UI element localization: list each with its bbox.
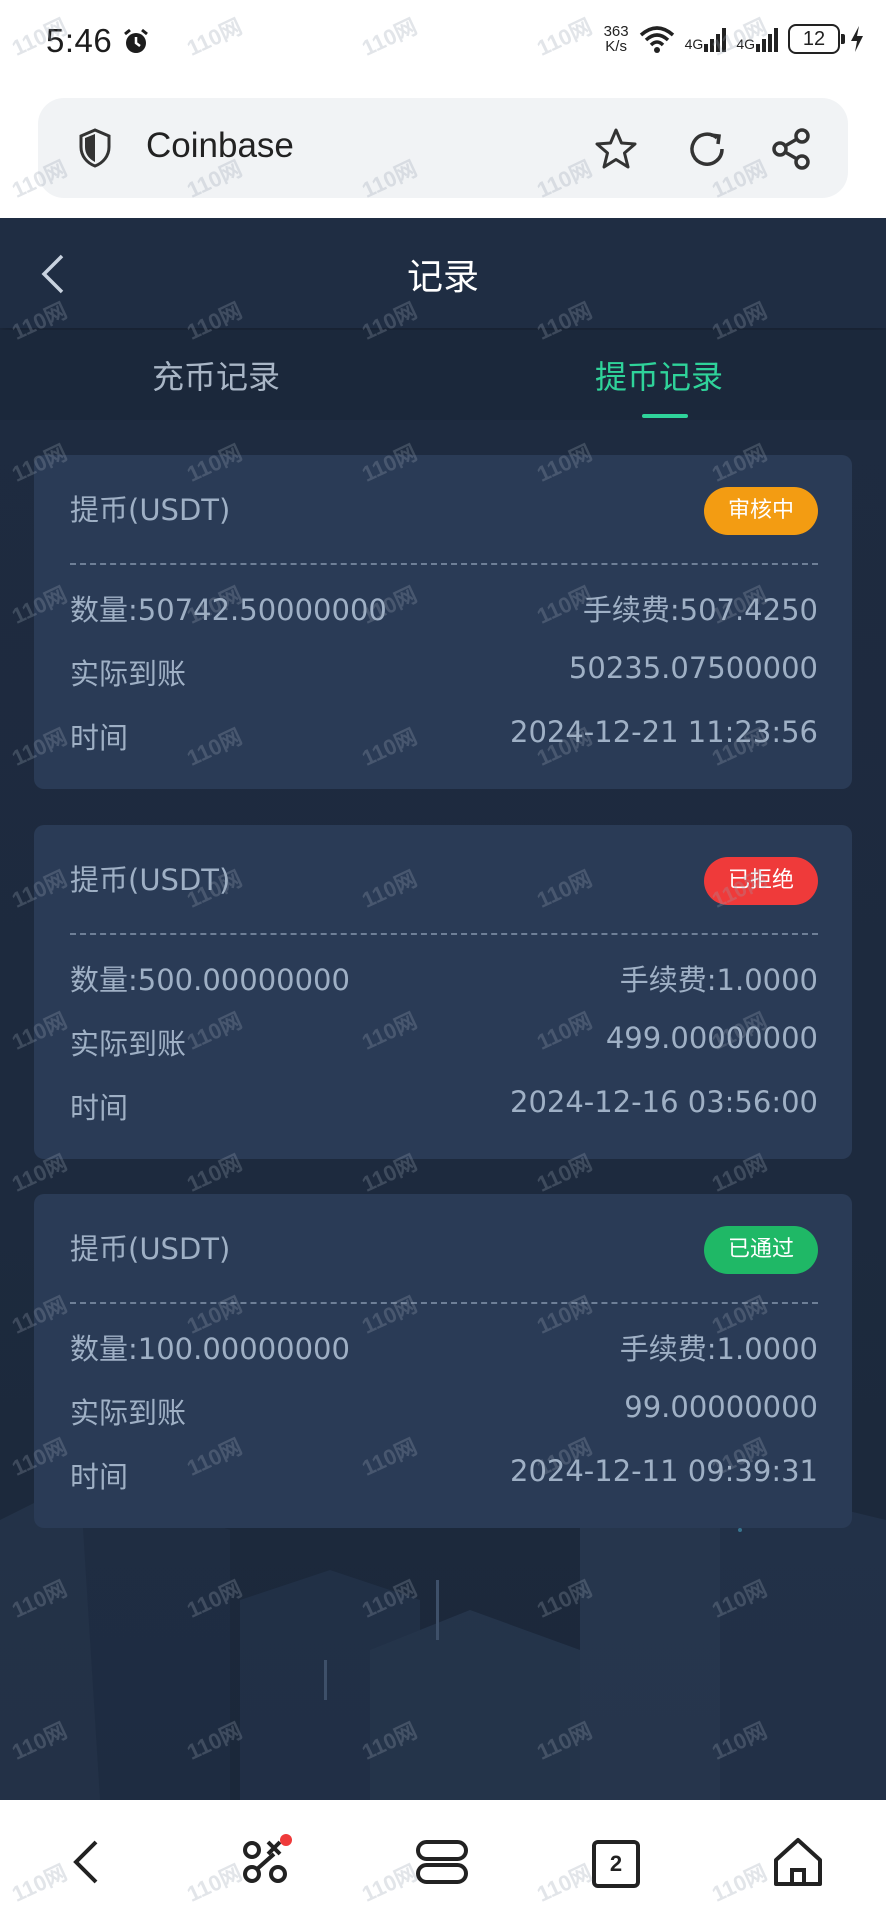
records-page: 记录 充币记录 提币记录 提币(USDT) 审核中 数量:50742.50000… (0, 218, 886, 1800)
time-value: 2024-12-21 11:23:56 (510, 715, 818, 749)
refresh-icon[interactable] (684, 126, 730, 172)
divider (70, 933, 818, 935)
tab-withdraw-records[interactable]: 提币记录 (595, 352, 723, 398)
status-bar: 5:46 363 K/s 4G 4G 12 (0, 0, 886, 88)
received-label: 实际到账 (70, 657, 187, 691)
shield-icon[interactable] (78, 128, 112, 168)
time-label: 时间 (70, 1091, 129, 1125)
sim1-label: 4G (684, 36, 704, 52)
menu-icon[interactable] (414, 1834, 470, 1890)
divider (70, 563, 818, 565)
apps-icon[interactable] (238, 1834, 294, 1890)
alarm-icon (124, 28, 148, 53)
record-card[interactable]: 提币(USDT) 已拒绝 数量:500.00000000 手续费:1.0000 … (34, 825, 852, 1159)
tab-deposit-records[interactable]: 充币记录 (152, 352, 280, 398)
site-name[interactable]: Coinbase (146, 126, 294, 166)
time-value: 2024-12-11 09:39:31 (510, 1454, 818, 1488)
record-card[interactable]: 提币(USDT) 已通过 数量:100.00000000 手续费:1.0000 … (34, 1194, 852, 1528)
record-tabs: 充币记录 提币记录 (0, 330, 886, 420)
status-badge: 已通过 (703, 1226, 818, 1274)
record-title: 提币(USDT) (70, 1232, 231, 1266)
battery-level: 12 (802, 27, 826, 50)
received-value: 99.00000000 (624, 1390, 818, 1424)
wifi-icon (639, 26, 674, 53)
active-tab-indicator (642, 414, 688, 418)
network-speed-value: 363 (603, 23, 629, 40)
amount-value: 数量:100.00000000 (70, 1332, 350, 1366)
tab-count: 2 (609, 1851, 623, 1876)
network-speed-unit: K/s (605, 38, 627, 55)
amount-value: 数量:500.00000000 (70, 963, 350, 997)
app-header: 记录 (0, 218, 886, 328)
status-badge: 已拒绝 (703, 857, 818, 905)
home-icon[interactable] (770, 1834, 826, 1890)
status-badge: 审核中 (703, 487, 818, 535)
charging-icon (851, 26, 863, 52)
page-title: 记录 (406, 257, 479, 298)
record-title: 提币(USDT) (70, 863, 231, 897)
status-time: 5:46 (46, 22, 113, 59)
star-icon[interactable] (593, 126, 639, 172)
time-value: 2024-12-16 03:56:00 (510, 1085, 818, 1119)
record-title: 提币(USDT) (70, 493, 231, 527)
record-card[interactable]: 提币(USDT) 审核中 数量:50742.50000000 手续费:507.4… (34, 455, 852, 789)
signal-bars-icon (704, 26, 727, 52)
tabs-icon[interactable]: 2 (592, 1840, 640, 1888)
received-label: 实际到账 (70, 1027, 187, 1061)
share-icon[interactable] (768, 126, 814, 172)
address-bar[interactable]: Coinbase (38, 98, 848, 198)
amount-value: 数量:50742.50000000 (70, 593, 387, 627)
signal-sim1: 4G (685, 26, 727, 52)
received-value: 499.00000000 (605, 1021, 818, 1055)
received-value: 50235.07500000 (568, 651, 818, 685)
time-label: 时间 (70, 721, 129, 755)
fee-value: 手续费:1.0000 (619, 1332, 818, 1366)
network-speed: 363 K/s (604, 24, 629, 54)
signal-sim2: 4G (736, 26, 778, 52)
back-icon[interactable] (60, 1834, 116, 1890)
sim2-label: 4G (736, 36, 755, 52)
status-indicators: 363 K/s 4G 4G 12 (604, 24, 864, 54)
fee-value: 手续费:507.4250 (582, 593, 818, 627)
browser-bottom-nav: 2 (0, 1800, 886, 1920)
battery-indicator: 12 (788, 24, 845, 54)
received-label: 实际到账 (70, 1396, 187, 1430)
time-label: 时间 (70, 1460, 129, 1494)
signal-bars-icon (756, 26, 778, 52)
browser-toolbar: Coinbase (0, 88, 886, 218)
fee-value: 手续费:1.0000 (619, 963, 818, 997)
divider (70, 1302, 818, 1304)
